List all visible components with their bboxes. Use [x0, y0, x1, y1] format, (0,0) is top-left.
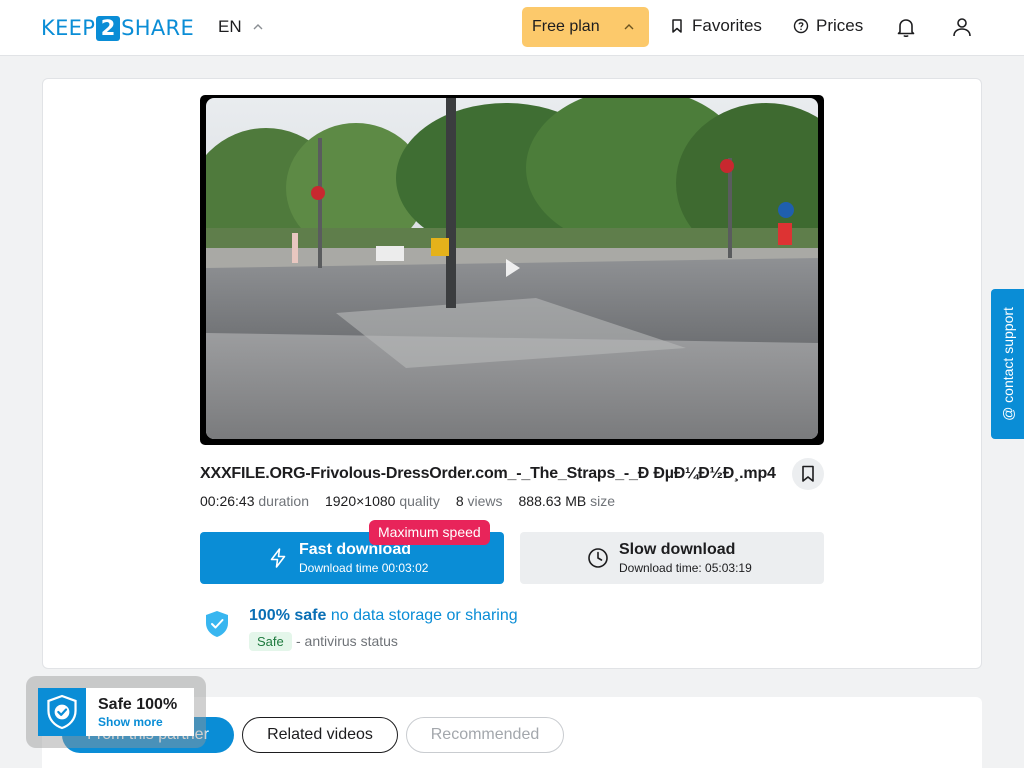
- nav-favorites-label: Favorites: [692, 16, 762, 35]
- safe-status-badge: Safe: [249, 632, 292, 651]
- meta-duration: 00:26:43 duration: [200, 493, 309, 509]
- contact-support-label: @ contact support: [999, 307, 1016, 421]
- slow-download-label: Slow download: [619, 541, 736, 558]
- fast-download-time: Download time 00:03:02: [299, 561, 429, 575]
- meta-views: 8 views: [456, 493, 503, 509]
- chevron-up-icon: [253, 24, 263, 30]
- help-circle-icon: [793, 18, 809, 34]
- user-icon[interactable]: [950, 15, 974, 39]
- bell-icon[interactable]: [894, 15, 918, 39]
- logo-mid: 2: [96, 15, 121, 41]
- logo-left: KEEP: [41, 16, 96, 40]
- site-logo[interactable]: KEEP 2 SHARE: [41, 15, 194, 41]
- plan-label: Free plan: [532, 18, 600, 35]
- bookmark-icon: [672, 19, 682, 33]
- slow-download-time: Download time: 05:03:19: [619, 561, 752, 575]
- duration-label: duration: [258, 493, 309, 509]
- lightning-icon: [270, 548, 286, 568]
- nav-prices-label: Prices: [816, 16, 864, 35]
- antivirus-status-text: - antivirus status: [296, 633, 398, 649]
- tab-related-videos[interactable]: Related videos: [242, 717, 398, 753]
- quality-label: quality: [399, 493, 440, 509]
- file-title: XXXFILE.ORG-Frivolous-DressOrder.com_-_T…: [200, 465, 776, 482]
- duration-value: 00:26:43: [200, 493, 255, 509]
- nav-prices[interactable]: Prices: [793, 16, 863, 36]
- safe-widget-show-more-link[interactable]: Show more: [98, 715, 163, 729]
- safety-strong: 100% safe: [249, 607, 327, 624]
- safety-soft: no data storage or sharing: [330, 607, 518, 624]
- logo-right: SHARE: [121, 16, 195, 40]
- file-meta: 00:26:43 duration 1920×1080 quality 8 vi…: [200, 493, 615, 509]
- safety-headline: 100% safe no data storage or sharing: [249, 607, 518, 625]
- slow-download-button[interactable]: Slow download Download time: 05:03:19: [520, 532, 824, 584]
- shield-check-icon: [38, 688, 86, 736]
- video-player[interactable]: [200, 95, 824, 445]
- bookmark-icon: [802, 465, 814, 482]
- top-header: KEEP 2 SHARE EN Free plan Favorites Prices: [0, 0, 1024, 56]
- clock-icon: [588, 548, 608, 568]
- nav-favorites[interactable]: Favorites: [669, 16, 762, 36]
- contact-support-tab[interactable]: @ contact support: [991, 289, 1024, 439]
- safe-widget-title: Safe 100%: [98, 696, 178, 713]
- quality-value: 1920×1080: [324, 493, 396, 509]
- meta-size: 888.63 MB size: [519, 493, 616, 509]
- language-label: EN: [218, 17, 242, 36]
- maximum-speed-badge: Maximum speed: [369, 520, 490, 545]
- views-value: 8: [455, 493, 464, 509]
- chevron-up-icon: [624, 24, 634, 30]
- size-value: 888.63 MB: [518, 493, 587, 509]
- shield-check-icon: [206, 611, 228, 637]
- bookmark-button[interactable]: [792, 458, 824, 490]
- views-label: views: [467, 493, 503, 509]
- tab-recommended[interactable]: Recommended: [406, 717, 564, 753]
- plan-dropdown-button[interactable]: Free plan: [522, 7, 649, 47]
- meta-quality: 1920×1080 quality: [325, 493, 440, 509]
- play-icon[interactable]: [505, 258, 521, 278]
- size-label: size: [590, 493, 616, 509]
- language-selector[interactable]: EN: [218, 17, 264, 37]
